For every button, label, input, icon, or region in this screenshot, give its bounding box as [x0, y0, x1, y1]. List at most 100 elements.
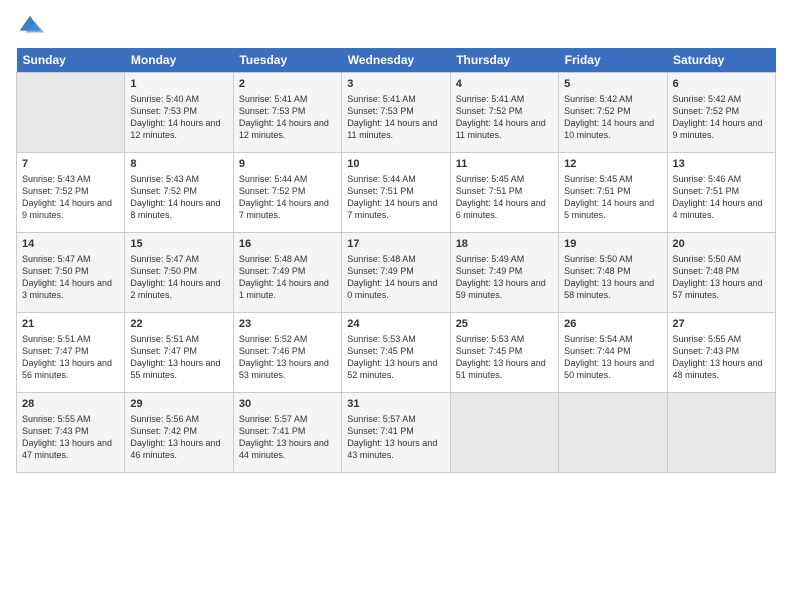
calendar-header-saturday: Saturday	[667, 48, 775, 73]
calendar-week-2: 7Sunrise: 5:43 AMSunset: 7:52 PMDaylight…	[17, 153, 776, 233]
calendar-week-4: 21Sunrise: 5:51 AMSunset: 7:47 PMDayligh…	[17, 313, 776, 393]
calendar-cell: 28Sunrise: 5:55 AMSunset: 7:43 PMDayligh…	[17, 393, 125, 473]
calendar-table: SundayMondayTuesdayWednesdayThursdayFrid…	[16, 48, 776, 473]
calendar-cell: 31Sunrise: 5:57 AMSunset: 7:41 PMDayligh…	[342, 393, 450, 473]
calendar-cell: 13Sunrise: 5:46 AMSunset: 7:51 PMDayligh…	[667, 153, 775, 233]
day-info: Sunrise: 5:52 AMSunset: 7:46 PMDaylight:…	[239, 333, 336, 382]
page-container: SundayMondayTuesdayWednesdayThursdayFrid…	[0, 0, 792, 481]
calendar-cell: 12Sunrise: 5:45 AMSunset: 7:51 PMDayligh…	[559, 153, 667, 233]
calendar-week-3: 14Sunrise: 5:47 AMSunset: 7:50 PMDayligh…	[17, 233, 776, 313]
day-info: Sunrise: 5:53 AMSunset: 7:45 PMDaylight:…	[347, 333, 444, 382]
day-info: Sunrise: 5:43 AMSunset: 7:52 PMDaylight:…	[22, 173, 119, 222]
calendar-cell: 21Sunrise: 5:51 AMSunset: 7:47 PMDayligh…	[17, 313, 125, 393]
day-info: Sunrise: 5:41 AMSunset: 7:53 PMDaylight:…	[239, 93, 336, 142]
calendar-cell: 11Sunrise: 5:45 AMSunset: 7:51 PMDayligh…	[450, 153, 558, 233]
calendar-week-5: 28Sunrise: 5:55 AMSunset: 7:43 PMDayligh…	[17, 393, 776, 473]
calendar-cell: 2Sunrise: 5:41 AMSunset: 7:53 PMDaylight…	[233, 73, 341, 153]
calendar-cell: 29Sunrise: 5:56 AMSunset: 7:42 PMDayligh…	[125, 393, 233, 473]
calendar-cell: 6Sunrise: 5:42 AMSunset: 7:52 PMDaylight…	[667, 73, 775, 153]
day-number: 3	[347, 77, 444, 92]
day-info: Sunrise: 5:48 AMSunset: 7:49 PMDaylight:…	[239, 253, 336, 302]
day-number: 15	[130, 237, 227, 252]
logo-icon	[16, 12, 44, 40]
day-info: Sunrise: 5:47 AMSunset: 7:50 PMDaylight:…	[22, 253, 119, 302]
day-number: 7	[22, 157, 119, 172]
calendar-cell: 27Sunrise: 5:55 AMSunset: 7:43 PMDayligh…	[667, 313, 775, 393]
day-number: 11	[456, 157, 553, 172]
day-info: Sunrise: 5:56 AMSunset: 7:42 PMDaylight:…	[130, 413, 227, 462]
day-info: Sunrise: 5:44 AMSunset: 7:52 PMDaylight:…	[239, 173, 336, 222]
calendar-cell: 18Sunrise: 5:49 AMSunset: 7:49 PMDayligh…	[450, 233, 558, 313]
calendar-cell	[667, 393, 775, 473]
day-number: 22	[130, 317, 227, 332]
day-number: 29	[130, 397, 227, 412]
calendar-week-1: 1Sunrise: 5:40 AMSunset: 7:53 PMDaylight…	[17, 73, 776, 153]
day-number: 30	[239, 397, 336, 412]
day-number: 17	[347, 237, 444, 252]
day-number: 18	[456, 237, 553, 252]
day-number: 13	[673, 157, 770, 172]
day-info: Sunrise: 5:53 AMSunset: 7:45 PMDaylight:…	[456, 333, 553, 382]
day-info: Sunrise: 5:51 AMSunset: 7:47 PMDaylight:…	[130, 333, 227, 382]
day-info: Sunrise: 5:55 AMSunset: 7:43 PMDaylight:…	[22, 413, 119, 462]
day-number: 21	[22, 317, 119, 332]
day-info: Sunrise: 5:51 AMSunset: 7:47 PMDaylight:…	[22, 333, 119, 382]
calendar-cell: 16Sunrise: 5:48 AMSunset: 7:49 PMDayligh…	[233, 233, 341, 313]
day-number: 20	[673, 237, 770, 252]
calendar-cell	[17, 73, 125, 153]
calendar-cell: 22Sunrise: 5:51 AMSunset: 7:47 PMDayligh…	[125, 313, 233, 393]
day-info: Sunrise: 5:54 AMSunset: 7:44 PMDaylight:…	[564, 333, 661, 382]
day-info: Sunrise: 5:57 AMSunset: 7:41 PMDaylight:…	[347, 413, 444, 462]
day-info: Sunrise: 5:40 AMSunset: 7:53 PMDaylight:…	[130, 93, 227, 142]
day-number: 23	[239, 317, 336, 332]
calendar-cell: 15Sunrise: 5:47 AMSunset: 7:50 PMDayligh…	[125, 233, 233, 313]
day-info: Sunrise: 5:48 AMSunset: 7:49 PMDaylight:…	[347, 253, 444, 302]
day-number: 6	[673, 77, 770, 92]
calendar-header-friday: Friday	[559, 48, 667, 73]
calendar-header-wednesday: Wednesday	[342, 48, 450, 73]
day-info: Sunrise: 5:57 AMSunset: 7:41 PMDaylight:…	[239, 413, 336, 462]
day-number: 26	[564, 317, 661, 332]
calendar-header-row: SundayMondayTuesdayWednesdayThursdayFrid…	[17, 48, 776, 73]
calendar-body: 1Sunrise: 5:40 AMSunset: 7:53 PMDaylight…	[17, 73, 776, 473]
calendar-cell: 8Sunrise: 5:43 AMSunset: 7:52 PMDaylight…	[125, 153, 233, 233]
calendar-cell	[450, 393, 558, 473]
header	[16, 12, 776, 40]
day-number: 8	[130, 157, 227, 172]
day-info: Sunrise: 5:46 AMSunset: 7:51 PMDaylight:…	[673, 173, 770, 222]
calendar-cell: 3Sunrise: 5:41 AMSunset: 7:53 PMDaylight…	[342, 73, 450, 153]
day-number: 4	[456, 77, 553, 92]
calendar-cell: 19Sunrise: 5:50 AMSunset: 7:48 PMDayligh…	[559, 233, 667, 313]
calendar-header-tuesday: Tuesday	[233, 48, 341, 73]
calendar-cell	[559, 393, 667, 473]
day-info: Sunrise: 5:42 AMSunset: 7:52 PMDaylight:…	[673, 93, 770, 142]
day-number: 1	[130, 77, 227, 92]
day-info: Sunrise: 5:49 AMSunset: 7:49 PMDaylight:…	[456, 253, 553, 302]
day-info: Sunrise: 5:44 AMSunset: 7:51 PMDaylight:…	[347, 173, 444, 222]
day-info: Sunrise: 5:55 AMSunset: 7:43 PMDaylight:…	[673, 333, 770, 382]
day-info: Sunrise: 5:47 AMSunset: 7:50 PMDaylight:…	[130, 253, 227, 302]
logo	[16, 12, 48, 40]
calendar-cell: 25Sunrise: 5:53 AMSunset: 7:45 PMDayligh…	[450, 313, 558, 393]
day-number: 12	[564, 157, 661, 172]
day-number: 28	[22, 397, 119, 412]
calendar-cell: 26Sunrise: 5:54 AMSunset: 7:44 PMDayligh…	[559, 313, 667, 393]
calendar-header-sunday: Sunday	[17, 48, 125, 73]
calendar-cell: 20Sunrise: 5:50 AMSunset: 7:48 PMDayligh…	[667, 233, 775, 313]
day-number: 14	[22, 237, 119, 252]
calendar-cell: 23Sunrise: 5:52 AMSunset: 7:46 PMDayligh…	[233, 313, 341, 393]
calendar-cell: 7Sunrise: 5:43 AMSunset: 7:52 PMDaylight…	[17, 153, 125, 233]
day-info: Sunrise: 5:43 AMSunset: 7:52 PMDaylight:…	[130, 173, 227, 222]
day-info: Sunrise: 5:50 AMSunset: 7:48 PMDaylight:…	[673, 253, 770, 302]
day-info: Sunrise: 5:50 AMSunset: 7:48 PMDaylight:…	[564, 253, 661, 302]
day-info: Sunrise: 5:41 AMSunset: 7:52 PMDaylight:…	[456, 93, 553, 142]
day-number: 9	[239, 157, 336, 172]
calendar-cell: 1Sunrise: 5:40 AMSunset: 7:53 PMDaylight…	[125, 73, 233, 153]
day-number: 31	[347, 397, 444, 412]
day-info: Sunrise: 5:45 AMSunset: 7:51 PMDaylight:…	[564, 173, 661, 222]
day-number: 25	[456, 317, 553, 332]
day-number: 27	[673, 317, 770, 332]
day-info: Sunrise: 5:42 AMSunset: 7:52 PMDaylight:…	[564, 93, 661, 142]
day-number: 19	[564, 237, 661, 252]
calendar-cell: 30Sunrise: 5:57 AMSunset: 7:41 PMDayligh…	[233, 393, 341, 473]
